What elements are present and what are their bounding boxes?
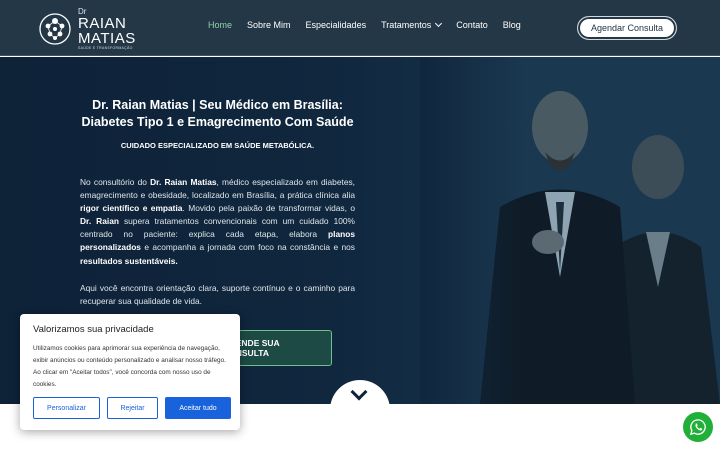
logo-tagline: SAÚDE E TRANSFORMAÇÃO <box>78 46 133 50</box>
cookie-accept-button[interactable]: Aceitar tudo <box>165 397 231 419</box>
agendar-consulta-button[interactable]: Agendar Consulta <box>577 16 677 40</box>
nav-home[interactable]: Home <box>208 20 232 30</box>
cookie-text: Utilizamos cookies para aprimorar sua ex… <box>33 345 226 388</box>
logo-name-line2: MATIAS <box>78 30 136 47</box>
whatsapp-button[interactable] <box>683 412 713 442</box>
hero-title: Dr. Raian Matias | Seu Médico em Brasíli… <box>81 98 354 129</box>
nav-tratamentos[interactable]: Tratamentos <box>381 19 443 30</box>
hero-doctor-photo <box>420 57 720 404</box>
cookie-title: Valorizamos sua privacidade <box>33 324 154 335</box>
logo-mark-icon <box>38 12 72 46</box>
logo-name-line1: RAIAN <box>78 15 127 32</box>
nav-sobre-mim[interactable]: Sobre Mim <box>247 20 291 30</box>
cookie-reject-button[interactable]: Rejeitar <box>107 397 158 419</box>
cookie-customize-button[interactable]: Personalizar <box>33 397 100 419</box>
site-header: Dr RAIAN MATIAS SAÚDE E TRANSFORMAÇÃO Ho… <box>0 0 720 56</box>
chevron-down-icon <box>435 19 443 28</box>
nav-especialidades[interactable]: Especialidades <box>306 20 367 30</box>
whatsapp-icon <box>689 419 706 436</box>
hero-paragraph-2: Aqui você encontra orientação clara, sup… <box>80 283 355 307</box>
nav-contato[interactable]: Contato <box>456 20 488 30</box>
cookie-consent-dialog: Valorizamos sua privacidade Utilizamos c… <box>20 314 240 430</box>
logo[interactable]: Dr RAIAN MATIAS SAÚDE E TRANSFORMAÇÃO <box>38 8 136 51</box>
hero-paragraph-1: No consultório do Dr. Raian Matias, médi… <box>80 177 355 266</box>
hero-subtitle: CUIDADO ESPECIALIZADO EM SAÚDE METABÓLIC… <box>120 141 315 150</box>
nav-blog[interactable]: Blog <box>503 20 521 30</box>
main-nav: Home Sobre Mim Especialidades Tratamento… <box>208 19 536 30</box>
